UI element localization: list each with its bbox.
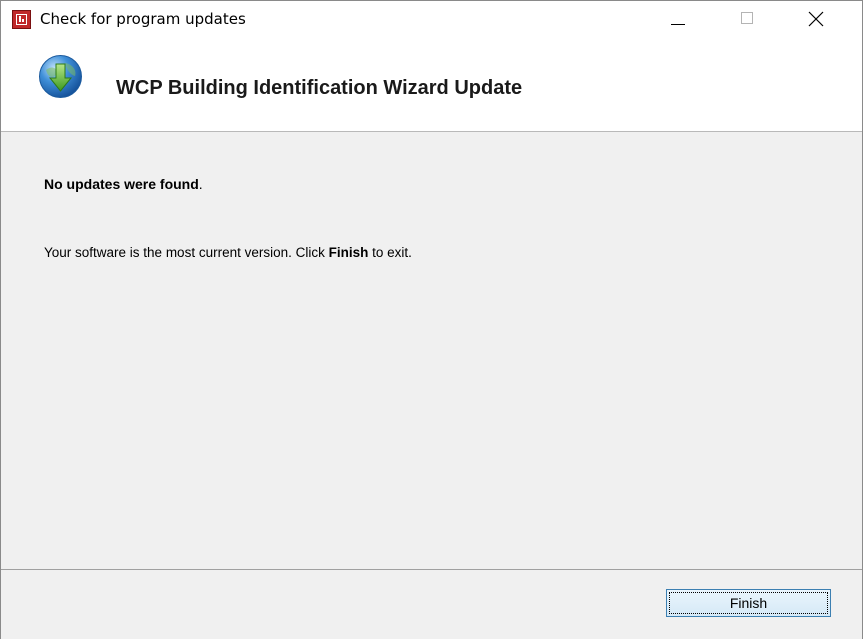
window-title: Check for program updates [40,10,246,28]
wizard-header: WCP Building Identification Wizard Updat… [1,37,862,132]
globe-download-icon [39,55,82,98]
close-button[interactable] [793,1,839,37]
info-message-post: to exit. [368,245,412,260]
finish-button[interactable]: Finish [666,589,831,617]
update-dialog-window: Check for program updates WCP Building I… [0,0,863,639]
info-message: Your software is the most current versio… [44,245,412,260]
wizard-footer: Finish [1,569,862,639]
minimize-button[interactable] [655,1,701,37]
finish-button-label: Finish [729,595,768,611]
info-message-pre: Your software is the most current versio… [44,245,329,260]
title-bar[interactable]: Check for program updates [1,1,862,37]
status-message-bold: No updates were found [44,176,199,192]
close-icon [808,11,824,27]
app-logo-icon [12,10,31,29]
info-message-bold: Finish [328,245,369,260]
maximize-button[interactable] [724,1,770,37]
maximize-icon [741,12,753,24]
wizard-title: WCP Building Identification Wizard Updat… [116,77,523,99]
status-message-end: . [198,176,203,192]
status-message: No updates were found. [44,176,203,192]
wizard-body: No updates were found. Your software is … [1,132,862,569]
minimize-icon [671,24,685,25]
